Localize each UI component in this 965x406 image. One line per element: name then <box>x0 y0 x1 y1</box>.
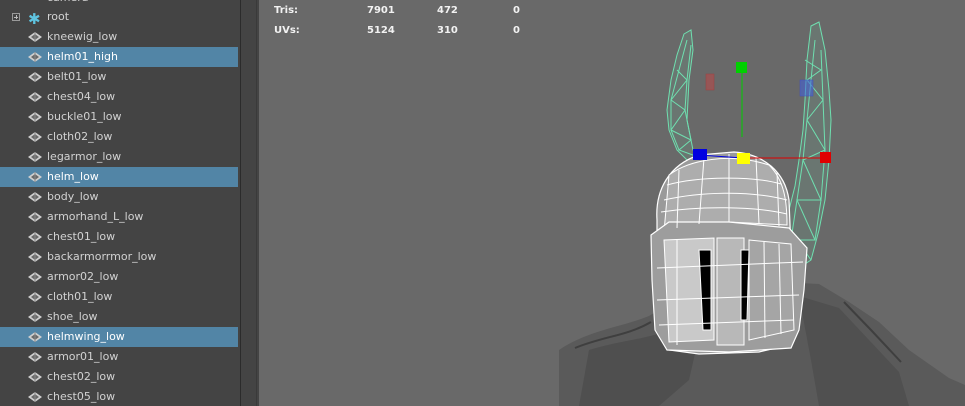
expand-plus-icon[interactable] <box>12 13 20 21</box>
outliner-row-root[interactable]: ✱ root <box>0 7 238 27</box>
mesh-object-icon <box>28 332 42 342</box>
gizmo-y-handle <box>736 62 747 73</box>
outliner-item-label: helm01_high <box>47 50 118 63</box>
outliner-item-label: legarmor_low <box>47 150 122 163</box>
gizmo-center-handle <box>737 153 750 164</box>
outliner-item-label: kneewig_low <box>47 30 118 43</box>
splitter-line <box>256 0 257 406</box>
outliner-row[interactable]: chest05_low <box>0 387 238 406</box>
outliner-item-label: helm_low <box>47 170 99 183</box>
mesh-object-icon <box>28 212 42 222</box>
outliner-row[interactable]: helmwing_low <box>0 327 238 347</box>
outliner-item-label: chest05_low <box>47 390 116 403</box>
panel-splitter[interactable] <box>238 0 259 406</box>
mesh-object-icon <box>28 132 42 142</box>
mesh-object-icon <box>28 52 42 62</box>
mesh-object-icon <box>28 312 42 322</box>
splitter-line <box>240 0 241 406</box>
mesh-object-icon <box>28 392 42 402</box>
mesh-object-icon <box>28 232 42 242</box>
gizmo-z-handle <box>693 149 707 160</box>
outliner-item-label: helmwing_low <box>47 330 125 343</box>
outliner-item-label: root <box>47 10 70 23</box>
outliner-row[interactable]: belt01_low <box>0 67 238 87</box>
mesh-object-icon <box>28 32 42 42</box>
outliner-row[interactable]: chest01_low <box>0 227 238 247</box>
3d-viewport[interactable]: Tris: 7901 472 0 UVs: 5124 310 0 <box>259 0 965 406</box>
outliner-item-label: body_low <box>47 190 99 203</box>
outliner-item-label: chest02_low <box>47 370 116 383</box>
mesh-object-icon <box>28 92 42 102</box>
outliner-row[interactable]: helm_low <box>0 167 238 187</box>
mesh-object-icon <box>28 372 42 382</box>
mesh-object-icon <box>28 292 42 302</box>
outliner-row[interactable]: legarmor_low <box>0 147 238 167</box>
outliner-row[interactable]: armorhand_L_low <box>0 207 238 227</box>
outliner-row[interactable]: cloth01_low <box>0 287 238 307</box>
outliner-item-label: backarmorrmor_low <box>47 250 157 263</box>
outliner-item-label: shoe_low <box>47 310 98 323</box>
outliner-item-label: cloth01_low <box>47 290 113 303</box>
outliner-item-label: armor01_low <box>47 350 119 363</box>
outliner-row[interactable]: backarmorrmor_low <box>0 247 238 267</box>
outliner-item-label: chest04_low <box>47 90 116 103</box>
mesh-object-icon <box>28 272 42 282</box>
outliner-row[interactable]: helm01_high <box>0 47 238 67</box>
outliner-row[interactable]: kneewig_low <box>0 27 238 47</box>
outliner-item-label: armorhand_L_low <box>47 210 144 223</box>
gizmo-plane-handle <box>705 73 715 91</box>
outliner-row[interactable]: buckle01_low <box>0 107 238 127</box>
mesh-object-icon <box>28 112 42 122</box>
mesh-object-icon <box>28 352 42 362</box>
outliner-row[interactable]: armor01_low <box>0 347 238 367</box>
outliner-row[interactable]: armor02_low <box>0 267 238 287</box>
outliner-row[interactable]: shoe_low <box>0 307 238 327</box>
outliner-item-label: chest01_low <box>47 230 116 243</box>
outliner-row[interactable]: chest04_low <box>0 87 238 107</box>
gizmo-x-handle <box>820 152 831 163</box>
gizmo-plane-handle <box>799 79 814 97</box>
mesh-object-icon <box>28 172 42 182</box>
mesh-object-icon <box>28 252 42 262</box>
outliner-item-label: camera <box>47 0 89 4</box>
mesh-object-icon <box>28 152 42 162</box>
outliner-item-label: armor02_low <box>47 270 119 283</box>
outliner-row[interactable]: cloth02_low <box>0 127 238 147</box>
outliner-item-label: cloth02_low <box>47 130 113 143</box>
outliner-row[interactable]: body_low <box>0 187 238 207</box>
outliner-item-label: buckle01_low <box>47 110 122 123</box>
mesh-object-icon <box>28 72 42 82</box>
mesh-object-icon <box>28 192 42 202</box>
outliner-panel: camera ✱ root kneewig_low helm01_highbelt… <box>0 0 238 406</box>
outliner-row[interactable]: chest02_low <box>0 367 238 387</box>
outliner-item-label: belt01_low <box>47 70 107 83</box>
joint-star-icon: ✱ <box>28 10 41 28</box>
viewport-scene <box>559 21 965 406</box>
